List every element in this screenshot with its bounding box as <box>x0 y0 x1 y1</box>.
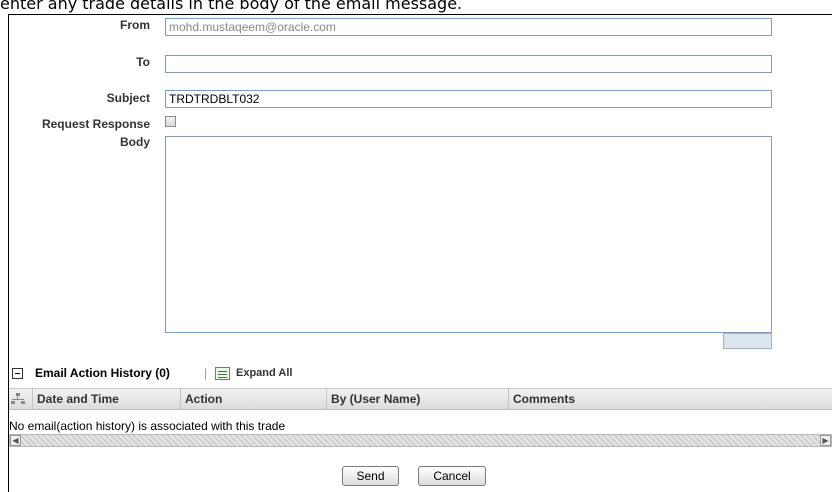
history-grid-header: Date and Time Action By (User Name) Comm… <box>9 388 832 410</box>
request-response-label: Request Response <box>41 117 150 131</box>
tree-icon <box>11 393 25 405</box>
scroll-right-icon[interactable]: ▶ <box>820 435 831 446</box>
to-label: To <box>136 55 150 69</box>
history-title: Email Action History (0) <box>35 366 170 380</box>
resize-handle[interactable] <box>723 333 772 349</box>
subject-field[interactable]: TRDTRDBLT032 <box>165 90 772 108</box>
from-label: From <box>120 18 150 32</box>
collapse-icon[interactable] <box>12 368 23 379</box>
column-date-time[interactable]: Date and Time <box>33 389 181 409</box>
column-action[interactable]: Action <box>181 389 327 409</box>
tree-column[interactable] <box>9 389 33 409</box>
cancel-button[interactable]: Cancel <box>418 466 486 486</box>
separator: | <box>204 366 208 380</box>
send-button[interactable]: Send <box>342 466 399 486</box>
subject-label: Subject <box>106 91 150 105</box>
from-field[interactable]: mohd.mustaqeem@oracle.com <box>165 18 772 36</box>
to-field[interactable] <box>165 55 772 73</box>
request-response-checkbox[interactable] <box>165 116 176 127</box>
scroll-left-icon[interactable]: ◀ <box>10 435 21 446</box>
body-label: Body <box>120 135 150 149</box>
expand-all-link[interactable]: Expand All <box>236 367 292 379</box>
history-empty-message: No email(action history) is associated w… <box>9 419 286 433</box>
horizontal-scrollbar[interactable]: ◀ ▶ <box>9 434 832 447</box>
instruction-text: enter any trade details in the body of t… <box>0 0 463 13</box>
column-comments[interactable]: Comments <box>509 389 832 409</box>
expand-all-icon[interactable] <box>215 367 230 380</box>
body-textarea[interactable] <box>165 136 772 333</box>
column-user-name[interactable]: By (User Name) <box>327 389 509 409</box>
